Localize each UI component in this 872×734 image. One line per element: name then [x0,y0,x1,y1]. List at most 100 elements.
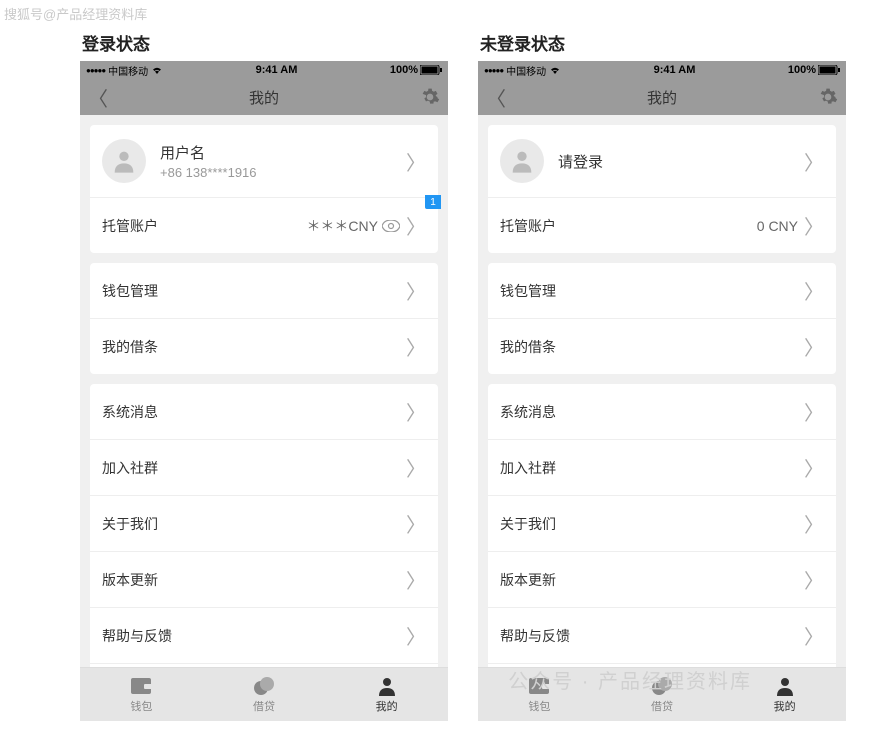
invite-row[interactable]: 邀请好友〉 [90,664,438,667]
help-row[interactable]: 帮助与反馈〉 [90,608,438,664]
version-row[interactable]: 版本更新〉 [488,552,836,608]
person-icon [377,675,397,697]
community-row[interactable]: 加入社群〉 [488,440,836,496]
sysmsg-label: 系统消息 [102,402,406,422]
wallet-card: 钱包管理〉 我的借条〉 [488,263,836,374]
wallet-mgmt-row[interactable]: 钱包管理 〉 [90,263,438,319]
status-bar: ●●●●● 中国移动 9:41 AM 100% [80,61,448,79]
battery-icon [420,65,442,75]
community-label: 加入社群 [500,458,804,478]
chevron-right-icon: 〉 [406,621,426,650]
chevron-right-icon: 〉 [406,332,426,361]
settings-button[interactable] [818,87,838,107]
chevron-right-icon: 〉 [804,211,824,240]
tab-mine-label: 我的 [376,698,398,714]
signal-dots-icon: ●●●●● [86,66,105,75]
version-row[interactable]: 版本更新〉 [90,552,438,608]
tab-wallet[interactable]: 钱包 [478,668,601,721]
battery-icon [818,65,840,75]
tab-lending-label: 借贷 [253,698,275,714]
userphone-text: +86 138****1916 [160,165,406,180]
account-label: 托管账户 [102,216,306,236]
avatar-icon [102,139,146,183]
login-prompt-text: 请登录 [558,151,804,172]
my-iou-row[interactable]: 我的借条〉 [488,319,836,374]
sysmsg-row[interactable]: 系统消息〉 [488,384,836,440]
wifi-icon [151,65,163,75]
nav-title: 我的 [647,87,677,108]
login-prompt-row[interactable]: 请登录 〉 [488,125,836,198]
chevron-right-icon: 〉 [406,211,426,240]
carrier-text: 中国移动 [506,63,546,78]
battery-text: 100% [788,64,816,76]
chevron-right-icon: 〉 [804,332,824,361]
user-card: 请登录 〉 托管账户 0 CNY 〉 [488,125,836,253]
about-label: 关于我们 [500,514,804,534]
chevron-right-icon: 〉 [804,276,824,305]
watermark-top: 搜狐号@产品经理资料库 [4,4,147,23]
status-time: 9:41 AM [256,64,298,76]
tab-mine[interactable]: 我的 [325,668,448,721]
chevron-right-icon: 〉 [406,276,426,305]
state-title-notlogged: 未登录状态 [478,30,846,55]
eye-icon[interactable] [382,220,400,232]
settings-button[interactable] [420,87,440,107]
avatar-icon [500,139,544,183]
tab-mine[interactable]: 我的 [723,668,846,721]
coins-icon [253,675,275,697]
phone-notlogged: ●●●●● 中国移动 9:41 AM 100% 〈 我的 [478,61,846,721]
tab-lending[interactable]: 借贷 [203,668,326,721]
status-bar: ●●●●● 中国移动 9:41 AM 100% [478,61,846,79]
back-button[interactable]: 〈 [486,83,506,112]
tab-bar: 钱包 借贷 我的 [478,667,846,721]
help-label: 帮助与反馈 [102,626,406,646]
tab-wallet[interactable]: 钱包 [80,668,203,721]
nav-bar: 〈 我的 [478,79,846,115]
version-label: 版本更新 [102,570,406,590]
tab-lending-label: 借贷 [651,698,673,714]
tab-lending[interactable]: 借贷 [601,668,724,721]
my-iou-row[interactable]: 我的借条 〉 [90,319,438,374]
chevron-right-icon: 〉 [804,565,824,594]
chevron-right-icon: 〉 [406,397,426,426]
tab-wallet-label: 钱包 [130,698,152,714]
help-row[interactable]: 帮助与反馈〉 [488,608,836,664]
wallet-mgmt-row[interactable]: 钱包管理〉 [488,263,836,319]
battery-text: 100% [390,64,418,76]
sysmsg-row[interactable]: 系统消息〉 [90,384,438,440]
account-label: 托管账户 [500,216,757,236]
username-text: 用户名 [160,142,406,163]
community-label: 加入社群 [102,458,406,478]
trust-account-row[interactable]: 托管账户 ＊＊＊CNY 〉 1 [90,198,438,253]
account-value: 0 CNY [757,218,798,234]
back-button[interactable]: 〈 [88,83,108,112]
about-row[interactable]: 关于我们〉 [90,496,438,552]
signal-dots-icon: ●●●●● [484,66,503,75]
coins-icon [651,675,673,697]
invite-row[interactable]: 邀请好友〉 [488,664,836,667]
wallet-mgmt-label: 钱包管理 [102,281,406,301]
tab-mine-label: 我的 [774,698,796,714]
version-label: 版本更新 [500,570,804,590]
trust-account-row[interactable]: 托管账户 0 CNY 〉 [488,198,836,253]
wifi-icon [549,65,561,75]
carrier-text: 中国移动 [108,63,148,78]
wallet-icon [528,675,550,697]
tab-bar: 钱包 借贷 我的 [80,667,448,721]
user-profile-row[interactable]: 用户名 +86 138****1916 〉 [90,125,438,198]
wallet-mgmt-label: 钱包管理 [500,281,804,301]
nav-bar: 〈 我的 [80,79,448,115]
community-row[interactable]: 加入社群〉 [90,440,438,496]
about-label: 关于我们 [102,514,406,534]
notification-badge: 1 [425,195,441,209]
wallet-card: 钱包管理 〉 我的借条 〉 [90,263,438,374]
user-card: 用户名 +86 138****1916 〉 托管账户 ＊＊＊CNY [90,125,438,253]
content-area: 用户名 +86 138****1916 〉 托管账户 ＊＊＊CNY [80,115,448,667]
chevron-right-icon: 〉 [804,509,824,538]
about-row[interactable]: 关于我们〉 [488,496,836,552]
status-time: 9:41 AM [654,64,696,76]
chevron-right-icon: 〉 [804,453,824,482]
my-iou-label: 我的借条 [102,337,406,357]
chevron-right-icon: 〉 [804,147,824,176]
help-label: 帮助与反馈 [500,626,804,646]
